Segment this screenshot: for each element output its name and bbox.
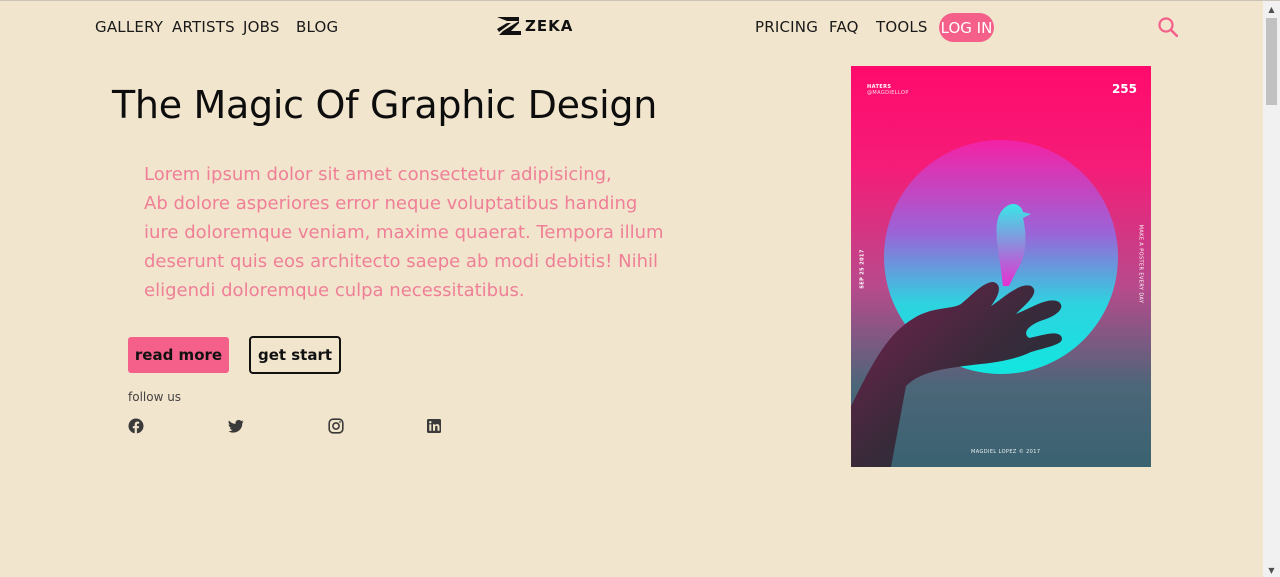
nav-blog[interactable]: BLOG [296,18,338,36]
hero-paragraph-line: deserunt quis eos architecto saepe ab mo… [144,251,658,272]
get-start-button[interactable]: get start [249,336,341,374]
poster-image: HATERS @MAGDIELLOP 255 SEP 25 2017 MAKE … [851,66,1151,467]
hero-title: The Magic Of Graphic Design [112,83,658,127]
read-more-button[interactable]: read more [128,337,229,373]
hero-paragraph-line: iure doloremque veniam, maxime quaerat. … [144,222,664,243]
scrollbar[interactable]: ▲ ▼ [1263,1,1280,577]
linkedin-icon[interactable] [426,418,442,434]
nav-gallery[interactable]: GALLERY [95,18,163,36]
scroll-up-arrow-icon[interactable]: ▲ [1263,1,1280,17]
nav-pricing[interactable]: PRICING [755,18,818,36]
hero-paragraph-line: Ab dolore asperiores error neque volupta… [144,193,638,214]
facebook-icon[interactable] [128,418,144,434]
nav-faq[interactable]: FAQ [829,18,859,36]
hand-with-bird-icon [851,204,1062,467]
scroll-down-arrow-icon[interactable]: ▼ [1263,562,1280,577]
twitter-icon[interactable] [228,418,244,434]
login-button[interactable]: LOG IN [939,13,994,42]
poster-top-sublabel: @MAGDIELLOP [867,90,909,96]
search-icon[interactable] [1158,17,1178,37]
poster-footer: MAGDIEL LOPEZ © 2017 [971,449,1041,455]
follow-us-label: follow us [128,390,182,404]
scrollbar-thumb[interactable] [1266,18,1277,105]
logo-mark-icon [497,17,521,35]
logo[interactable]: ZEKA [497,15,573,37]
hero-paragraph: Lorem ipsum dolor sit amet consectetur a… [144,160,664,305]
hero-paragraph-line: Lorem ipsum dolor sit amet consectetur a… [144,164,612,185]
hero-paragraph-line: eligendi doloremque culpa necessitatibus… [144,280,525,301]
nav-tools[interactable]: TOOLS [876,18,928,36]
nav-artists[interactable]: ARTISTS [172,18,235,36]
instagram-icon[interactable] [328,418,344,434]
nav-jobs[interactable]: JOBS [243,18,280,36]
poster-number: 255 [1111,82,1137,96]
logo-text: ZEKA [525,17,574,35]
